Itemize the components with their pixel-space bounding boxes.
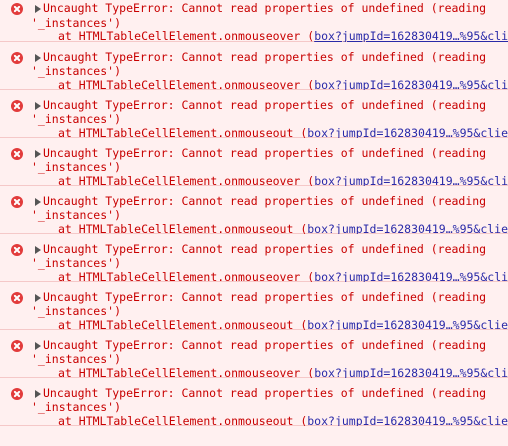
error-message-cont: '_instances') — [31, 400, 122, 414]
error-message: Uncaught TypeError: Cannot read properti… — [43, 338, 487, 352]
error-icon — [11, 100, 23, 112]
console-error-entry[interactable]: Uncaught TypeError: Cannot read properti… — [0, 282, 508, 332]
expand-caret-icon[interactable] — [35, 150, 41, 158]
error-message-cont: '_instances') — [31, 112, 122, 126]
error-icon — [11, 292, 23, 304]
console-error-entry[interactable]: Uncaught TypeError: Cannot read properti… — [0, 0, 508, 43]
expand-caret-icon[interactable] — [35, 198, 41, 206]
error-message: Uncaught TypeError: Cannot read properti… — [43, 290, 487, 304]
error-message-cont: '_instances') — [31, 208, 122, 222]
error-message-cont: '_instances') — [31, 304, 122, 318]
error-icon — [11, 196, 23, 208]
error-message: Uncaught TypeError: Cannot read properti… — [43, 1, 487, 15]
error-message: Uncaught TypeError: Cannot read properti… — [43, 50, 487, 64]
error-message-cont: '_instances') — [31, 64, 122, 78]
error-message-cont: '_instances') — [31, 160, 122, 174]
console-error-entry[interactable]: Uncaught TypeError: Cannot read properti… — [0, 234, 508, 284]
error-icon — [11, 148, 23, 160]
console-error-entry[interactable]: Uncaught TypeError: Cannot read properti… — [0, 330, 508, 380]
error-message: Uncaught TypeError: Cannot read properti… — [43, 146, 487, 160]
error-message: Uncaught TypeError: Cannot read properti… — [43, 242, 487, 256]
expand-caret-icon[interactable] — [35, 342, 41, 350]
console-error-entry[interactable]: Uncaught TypeError: Cannot read properti… — [0, 378, 508, 428]
console-error-entry[interactable] — [0, 426, 508, 436]
error-icon — [11, 244, 23, 256]
expand-caret-icon[interactable] — [35, 102, 41, 110]
error-icon — [11, 388, 23, 400]
error-message: Uncaught TypeError: Cannot read properti… — [43, 194, 487, 208]
console-error-entry[interactable]: Uncaught TypeError: Cannot read properti… — [0, 186, 508, 236]
expand-caret-icon[interactable] — [35, 54, 41, 62]
expand-caret-icon[interactable] — [35, 390, 41, 398]
source-link[interactable]: box?jumpId=162830419…%95&client — [314, 29, 508, 43]
error-message-cont: '_instances') — [31, 256, 122, 270]
expand-caret-icon[interactable] — [35, 5, 41, 13]
console-error-entry[interactable]: Uncaught TypeError: Cannot read properti… — [0, 138, 508, 188]
expand-caret-icon[interactable] — [35, 294, 41, 302]
error-icon — [11, 3, 23, 15]
stack-frame-label: at HTMLTableCellElement.onmouseover ( — [58, 29, 315, 43]
devtools-console: Uncaught TypeError: Cannot read properti… — [0, 0, 508, 446]
console-error-entry[interactable]: Uncaught TypeError: Cannot read properti… — [0, 42, 508, 92]
error-message: Uncaught TypeError: Cannot read properti… — [43, 98, 487, 112]
error-message: Uncaught TypeError: Cannot read properti… — [43, 386, 487, 400]
expand-caret-icon[interactable] — [35, 246, 41, 254]
error-icon — [11, 340, 23, 352]
error-icon — [11, 52, 23, 64]
error-message-cont: '_instances') — [31, 352, 122, 366]
console-error-entry[interactable]: Uncaught TypeError: Cannot read properti… — [0, 90, 508, 140]
